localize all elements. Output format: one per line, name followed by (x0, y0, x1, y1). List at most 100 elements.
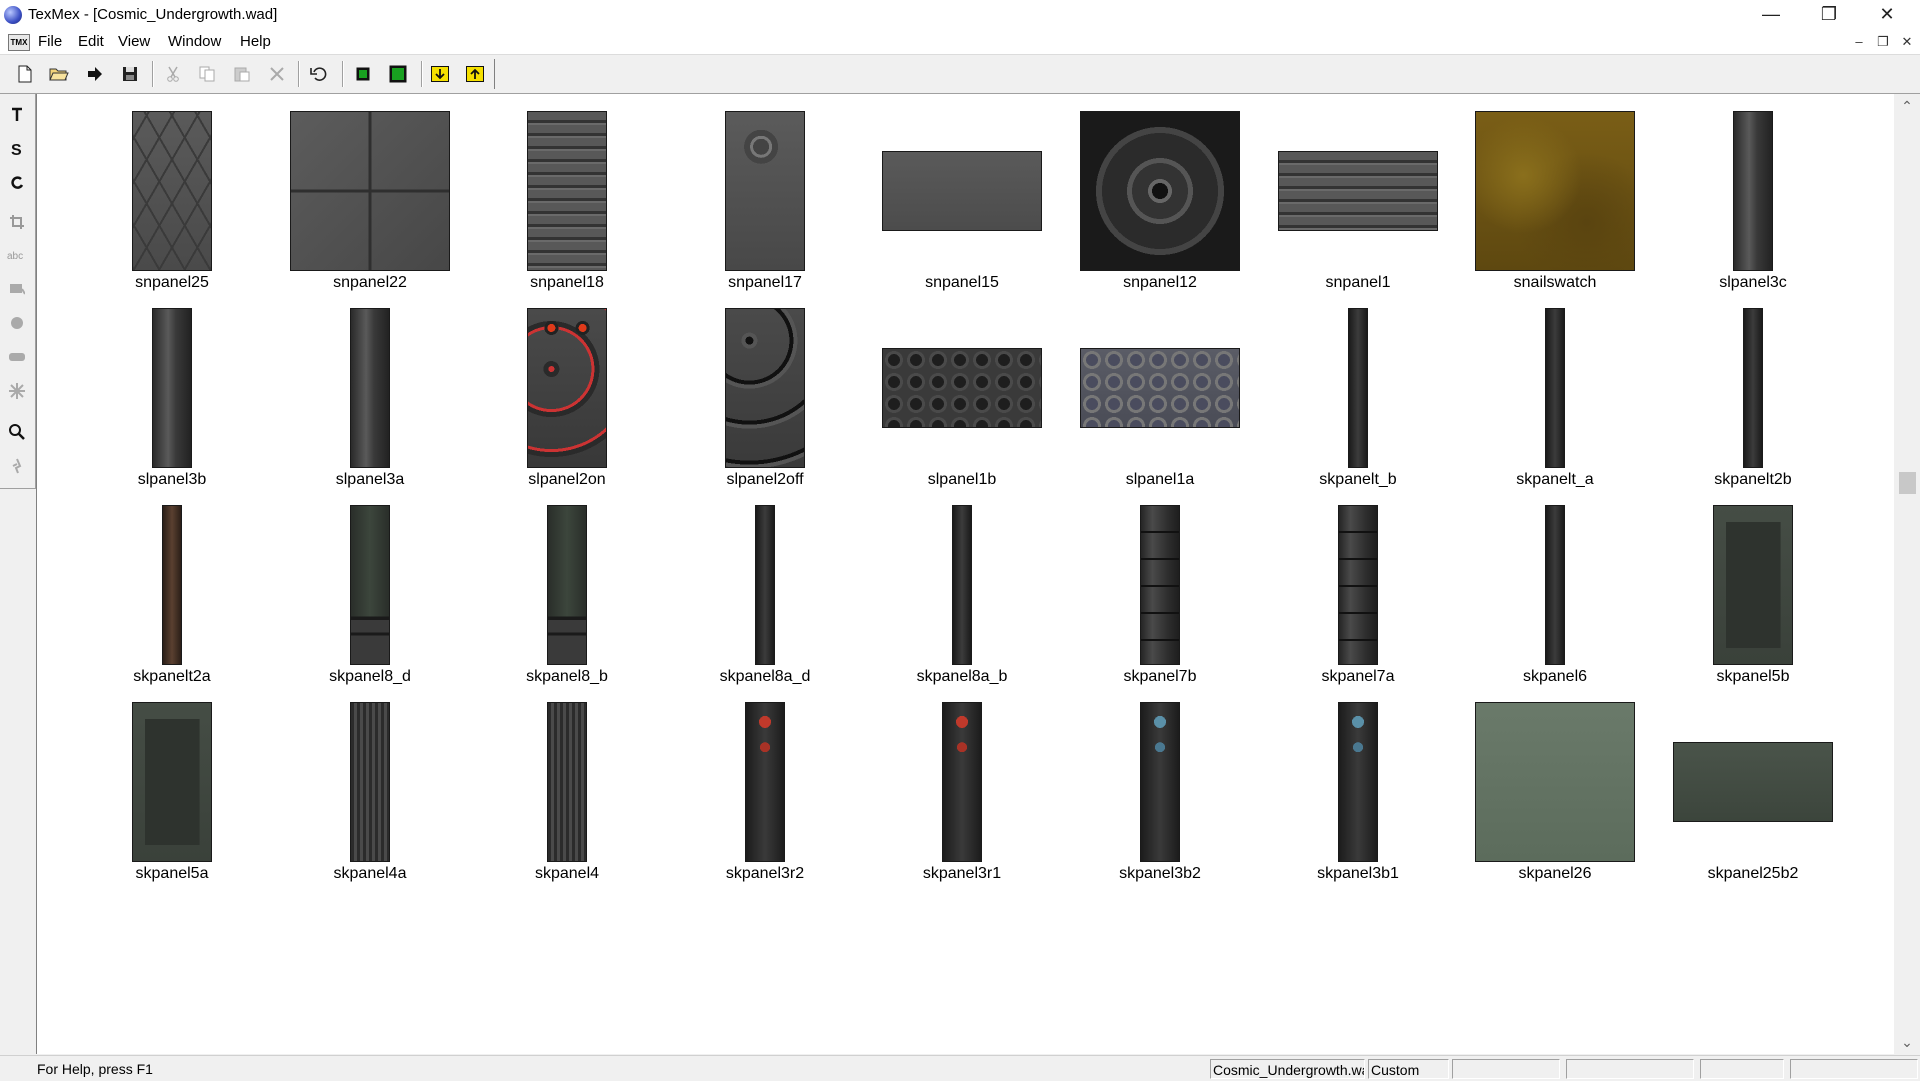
copy-icon[interactable] (195, 62, 219, 86)
texture-thumbnail[interactable] (942, 702, 982, 862)
app-icon[interactable] (4, 6, 22, 24)
texture-thumbnail[interactable] (290, 111, 450, 271)
close-icon[interactable]: ✕ (1858, 0, 1916, 30)
cut-icon[interactable] (161, 62, 185, 86)
texture-tile[interactable]: skpanel5b (1654, 505, 1852, 703)
texture-thumbnail[interactable] (1545, 308, 1565, 468)
texture-thumbnail[interactable] (1140, 505, 1180, 665)
texture-tile[interactable]: slpanel3a (271, 308, 469, 506)
texture-tile[interactable]: skpanel3b2 (1061, 702, 1259, 900)
texture-thumbnail[interactable] (350, 308, 390, 468)
child-restore-icon[interactable]: ❐ (1873, 33, 1893, 51)
texture-tile[interactable]: snpanel18 (468, 111, 666, 309)
texture-tile[interactable]: slpanel3b (73, 308, 271, 506)
texture-thumbnail[interactable] (952, 505, 972, 665)
scroll-up-icon[interactable]: ⌃ (1894, 94, 1920, 118)
paste-icon[interactable] (230, 62, 254, 86)
texture-tile[interactable]: skpanel7a (1259, 505, 1457, 703)
texture-tile[interactable]: skpanel25b2 (1654, 702, 1852, 900)
texture-thumbnail[interactable] (725, 308, 805, 468)
texture-thumbnail[interactable] (547, 505, 587, 665)
new-file-icon[interactable] (13, 62, 37, 86)
texture-tile[interactable]: snpanel12 (1061, 111, 1259, 309)
document-icon[interactable]: TMX (8, 34, 30, 51)
texture-tile[interactable]: skpanel3r1 (863, 702, 1061, 900)
texture-tile[interactable]: skpanel26 (1456, 702, 1654, 900)
menu-view[interactable]: View (114, 33, 154, 50)
scroll-down-icon[interactable]: ⌄ (1894, 1030, 1920, 1054)
shape-tool-icon[interactable] (5, 310, 29, 336)
delete-icon[interactable] (265, 62, 289, 86)
texture-tile[interactable]: snpanel17 (666, 111, 864, 309)
texture-tile[interactable]: slpanel2off (666, 308, 864, 506)
texture-thumbnail[interactable] (1475, 702, 1635, 862)
brush-tool-icon[interactable] (5, 344, 29, 370)
texture-tile[interactable]: snpanel15 (863, 111, 1061, 309)
texture-thumbnail[interactable] (882, 348, 1042, 428)
texture-thumbnail[interactable] (745, 702, 785, 862)
texture-thumbnail[interactable] (350, 702, 390, 862)
texture-tile[interactable]: skpanel8a_d (666, 505, 864, 703)
child-close-icon[interactable]: ✕ (1897, 33, 1917, 51)
texture-thumbnail[interactable] (1338, 505, 1378, 665)
label-tool-icon[interactable]: abc (5, 242, 29, 268)
restore-icon[interactable]: ❐ (1800, 0, 1858, 30)
texture-thumbnail[interactable] (350, 505, 390, 665)
undo-icon[interactable] (307, 62, 331, 86)
texture-tile[interactable]: skpanel4a (271, 702, 469, 900)
menu-edit[interactable]: Edit (74, 33, 108, 50)
fill-tool-icon[interactable] (5, 276, 29, 302)
texture-thumbnail[interactable] (1475, 111, 1635, 271)
texture-tile[interactable]: skpanelt2b (1654, 308, 1852, 506)
save-icon[interactable] (118, 62, 142, 86)
texture-tile[interactable]: skpanelt_b (1259, 308, 1457, 506)
fit-large-icon[interactable] (386, 62, 410, 86)
minimize-icon[interactable]: — (1742, 0, 1800, 30)
rotate-tool-icon[interactable] (5, 170, 29, 196)
texture-thumbnail[interactable] (1743, 308, 1763, 468)
texture-tile[interactable]: skpanel3b1 (1259, 702, 1457, 900)
stretch-tool-icon[interactable]: S (5, 136, 29, 162)
zoom-tool-icon[interactable] (5, 419, 29, 445)
texture-tile[interactable]: skpanel6 (1456, 505, 1654, 703)
texture-tile[interactable]: snpanel1 (1259, 111, 1457, 309)
texture-tile[interactable]: slpanel1a (1061, 308, 1259, 506)
texture-thumbnail[interactable] (1338, 702, 1378, 862)
texture-thumbnail[interactable] (1713, 505, 1793, 665)
texture-thumbnail[interactable] (152, 308, 192, 468)
crop-tool-icon[interactable] (5, 209, 29, 235)
texture-tile[interactable]: slpanel1b (863, 308, 1061, 506)
texture-thumbnail[interactable] (1140, 702, 1180, 862)
texture-tile[interactable]: skpanel4 (468, 702, 666, 900)
texture-thumbnail[interactable] (1733, 111, 1773, 271)
texture-tile[interactable]: slpanel2on (468, 308, 666, 506)
texture-tile[interactable]: skpanel8a_b (863, 505, 1061, 703)
texture-thumbnail[interactable] (132, 702, 212, 862)
child-minimize-icon[interactable]: – (1849, 33, 1869, 51)
text-tool-icon[interactable] (5, 102, 29, 128)
texture-thumbnail[interactable] (547, 702, 587, 862)
texture-thumbnail[interactable] (1348, 308, 1368, 468)
texture-tile[interactable]: skpanel5a (73, 702, 271, 900)
texture-thumbnail[interactable] (882, 151, 1042, 231)
texture-tile[interactable]: slpanel3c (1654, 111, 1852, 309)
texture-thumbnail[interactable] (527, 111, 607, 271)
pointer-tool-icon[interactable] (5, 453, 29, 479)
texture-thumbnail[interactable] (132, 111, 212, 271)
texture-tile[interactable]: skpanel8_b (468, 505, 666, 703)
menu-window[interactable]: Window (164, 33, 225, 50)
texture-thumbnail[interactable] (1673, 742, 1833, 822)
texture-thumbnail[interactable] (162, 505, 182, 665)
texture-tile[interactable]: snailswatch (1456, 111, 1654, 309)
texture-tile[interactable]: skpanel7b (1061, 505, 1259, 703)
texture-thumbnail[interactable] (725, 111, 805, 271)
texture-thumbnail[interactable] (755, 505, 775, 665)
texture-thumbnail[interactable] (1080, 348, 1240, 428)
texture-tile[interactable]: snpanel22 (271, 111, 469, 309)
texture-tile[interactable]: snpanel25 (73, 111, 271, 309)
effect-tool-icon[interactable] (5, 378, 29, 404)
texture-thumbnail[interactable] (1545, 505, 1565, 665)
texture-thumbnail[interactable] (1278, 151, 1438, 231)
menu-file[interactable]: File (34, 33, 66, 50)
texture-thumbnail[interactable] (1080, 111, 1240, 271)
